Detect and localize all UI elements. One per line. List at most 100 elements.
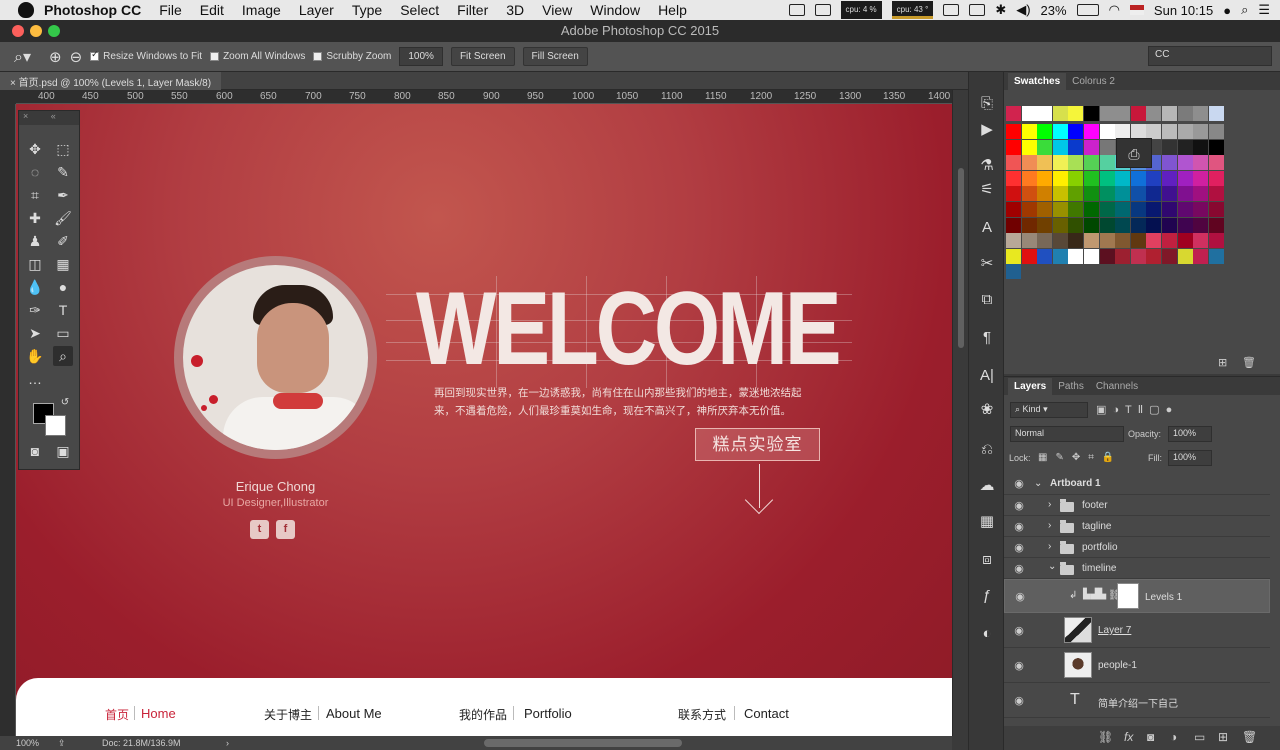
layer-row[interactable]: ◉ › footer <box>1004 495 1270 516</box>
chevron-right-icon[interactable]: › <box>1048 499 1051 510</box>
color-swatch[interactable] <box>1208 248 1224 264</box>
color-swatch[interactable] <box>1177 202 1193 217</box>
color-swatch[interactable] <box>1177 186 1193 202</box>
actions-panel-icon[interactable]: ▶ <box>977 120 997 140</box>
add-mask-icon[interactable]: ◙ <box>1147 730 1154 744</box>
color-swatch[interactable] <box>1021 248 1037 264</box>
color-swatch[interactable] <box>1146 186 1162 202</box>
color-swatch[interactable] <box>1193 217 1209 233</box>
color-swatch[interactable] <box>1130 186 1146 202</box>
visibility-eye-icon[interactable]: ◉ <box>1013 590 1027 603</box>
chevron-right-icon[interactable]: › <box>1048 541 1051 552</box>
fill-input[interactable]: 100% <box>1168 450 1212 466</box>
document-canvas[interactable]: Erique Chong UI Designer,Illustrator t f… <box>16 104 952 736</box>
layer-row[interactable]: ◉ › portfolio <box>1004 537 1270 558</box>
color-swatch[interactable] <box>1021 139 1037 155</box>
color-swatch[interactable] <box>1037 233 1053 249</box>
opacity-input[interactable]: 100% <box>1168 426 1212 442</box>
horizontal-ruler[interactable]: 400 450 500 550 600 650 700 750 800 850 … <box>16 90 952 104</box>
facebook-icon[interactable]: f <box>276 520 295 539</box>
color-swatch[interactable] <box>1130 124 1146 139</box>
color-swatch[interactable] <box>1052 186 1068 202</box>
status-doc-size[interactable]: Doc: 21.8M/136.9M <box>102 738 181 748</box>
visibility-eye-icon[interactable]: ◉ <box>1012 694 1026 707</box>
dodge-tool-icon[interactable]: ● <box>53 277 73 297</box>
grid-panel-icon[interactable]: ▦ <box>977 512 997 532</box>
color-swatch[interactable] <box>1006 155 1021 171</box>
color-swatch[interactable] <box>1006 186 1021 202</box>
zoom-100-button[interactable]: 100% <box>399 47 443 66</box>
menu-app-name[interactable]: Photoshop CC <box>44 2 141 18</box>
tab-swatches[interactable]: Swatches <box>1008 73 1067 90</box>
type-tool-icon[interactable]: T <box>53 300 73 320</box>
color-swatch[interactable] <box>1208 155 1224 171</box>
color-swatch[interactable] <box>1146 170 1162 186</box>
layer-row[interactable]: ◉ ⌄ timeline <box>1004 558 1270 579</box>
status-menu-arrow-icon[interactable]: › <box>226 738 229 748</box>
fx-panel-icon[interactable]: ƒ <box>977 586 997 606</box>
nav-about-cn[interactable]: 关于博主 <box>264 706 312 723</box>
color-swatch[interactable] <box>1037 155 1053 171</box>
color-swatch[interactable] <box>1162 217 1177 233</box>
tools-panel-header[interactable]: × « <box>19 111 79 125</box>
color-swatch[interactable] <box>1068 233 1084 249</box>
color-swatch[interactable] <box>1052 248 1068 264</box>
color-swatch[interactable] <box>1099 186 1115 202</box>
edit-toolbar-icon[interactable]: … <box>25 369 45 389</box>
resize-windows-checkbox[interactable]: Resize Windows to Fit <box>90 49 202 62</box>
tool-presets-icon[interactable]: ✂ <box>977 254 997 274</box>
history-brush-icon[interactable]: ✐ <box>53 231 73 251</box>
apple-icon[interactable] <box>18 2 34 18</box>
user-icon[interactable]: ● <box>1223 3 1231 18</box>
spotlight-icon[interactable]: ⌕ <box>1241 2 1248 18</box>
visibility-eye-icon[interactable]: ◉ <box>1012 499 1026 512</box>
new-swatch-icon[interactable]: ⊞ <box>1218 356 1227 369</box>
menu-edit[interactable]: Edit <box>200 2 224 18</box>
battery-percent[interactable]: 23% <box>1041 3 1067 18</box>
color-swatch[interactable] <box>1177 139 1193 155</box>
color-swatch[interactable] <box>1115 248 1131 264</box>
color-swatch[interactable] <box>1068 106 1084 121</box>
color-swatch[interactable] <box>1052 217 1068 233</box>
zoom-in-icon[interactable]: ⊕ <box>49 48 62 66</box>
tab-channels[interactable]: Channels <box>1090 378 1144 395</box>
color-swatch[interactable] <box>1130 248 1146 264</box>
adjustment-layer-icon[interactable]: ◑ <box>1170 730 1177 744</box>
color-swatch[interactable] <box>1099 106 1115 121</box>
camera-icon[interactable] <box>788 4 805 16</box>
zoom-window-button[interactable] <box>48 25 60 37</box>
color-swatch[interactable] <box>1021 202 1037 217</box>
color-swatch[interactable] <box>1162 170 1177 186</box>
color-swatch[interactable] <box>1208 170 1224 186</box>
color-swatch[interactable] <box>1052 233 1068 249</box>
color-swatch[interactable] <box>1006 124 1021 139</box>
brush-presets-icon[interactable]: ❀ <box>977 400 997 420</box>
color-swatch[interactable] <box>1052 202 1068 217</box>
color-swatch[interactable] <box>1130 106 1146 121</box>
color-swatch[interactable] <box>1146 124 1162 139</box>
battery-icon[interactable] <box>1076 4 1099 16</box>
visibility-eye-icon[interactable]: ◉ <box>1012 541 1026 554</box>
color-swatch[interactable] <box>1052 106 1068 121</box>
zoom-tool-preset-icon[interactable]: ⌕▾ <box>14 47 31 67</box>
color-swatch[interactable] <box>1006 233 1021 249</box>
menu-3d[interactable]: 3D <box>506 2 524 18</box>
color-swatch[interactable] <box>1193 155 1209 171</box>
quick-select-icon[interactable]: ✎ <box>53 162 73 182</box>
character-panel-icon[interactable]: A <box>977 218 997 238</box>
color-swatch[interactable] <box>1006 264 1021 280</box>
color-swatch[interactable] <box>1068 170 1084 186</box>
layer-thumbnail[interactable] <box>1064 617 1092 643</box>
tab-paths[interactable]: Paths <box>1052 378 1090 395</box>
layer-filter-kind[interactable]: ⌕ Kind ▾ <box>1010 402 1088 418</box>
color-swatch[interactable] <box>1115 106 1131 121</box>
color-swatch[interactable] <box>1146 233 1162 249</box>
new-layer-icon[interactable]: ⊞ <box>1218 730 1228 744</box>
marquee-tool-icon[interactable]: ⬚ <box>53 139 73 159</box>
path-select-icon[interactable]: ➤ <box>25 323 45 343</box>
zoom-tool-icon[interactable]: ⌕ <box>53 346 73 366</box>
color-swatch[interactable] <box>1084 217 1099 233</box>
clock[interactable]: Sun 10:15 <box>1154 3 1213 18</box>
color-swatch[interactable] <box>1021 233 1037 249</box>
nav-about[interactable]: About Me <box>326 706 382 721</box>
